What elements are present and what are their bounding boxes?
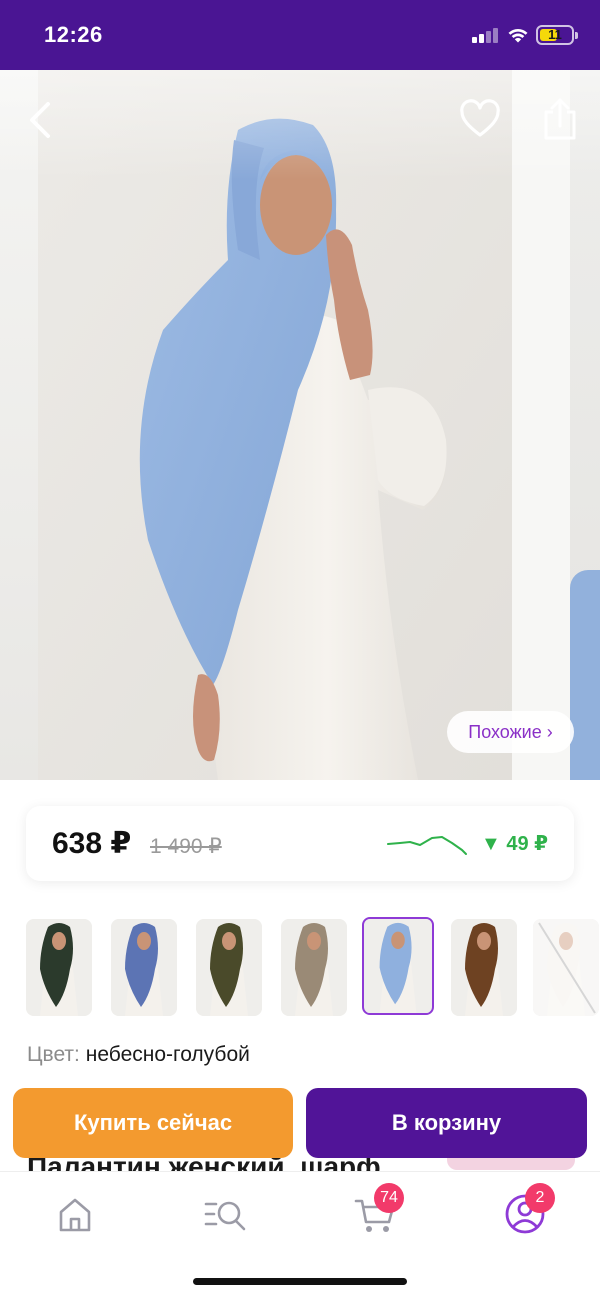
color-thumbnail-scarf-taupe[interactable] — [281, 919, 347, 1016]
similar-items-button[interactable]: Похожие › — [447, 711, 574, 753]
price-history-chart[interactable] — [386, 830, 470, 862]
color-thumbnail-scarf-khaki[interactable] — [196, 919, 262, 1016]
old-price: 1 490 ₽ — [150, 835, 222, 858]
profile-badge: 2 — [525, 1183, 555, 1213]
current-price: 638 ₽ — [52, 827, 132, 860]
battery-icon: 11 — [536, 25, 578, 45]
color-thumbnails — [26, 917, 600, 1017]
color-thumbnail-scarf-brown[interactable] — [451, 919, 517, 1016]
home-icon[interactable] — [51, 1190, 99, 1238]
battery-percent: 11 — [548, 27, 562, 42]
cart-badge: 74 — [374, 1183, 404, 1213]
heart-icon[interactable] — [458, 98, 502, 142]
gallery-top-fade — [0, 70, 600, 180]
status-bar: 12:26 11 — [0, 0, 600, 70]
selected-color: Цвет: небесно-голубой — [27, 1043, 250, 1067]
cellular-signal-icon — [472, 27, 502, 43]
price-card: 638 ₽ 1 490 ₽ ▼ 49 ₽ — [26, 806, 574, 881]
color-label: Цвет: — [27, 1043, 80, 1066]
color-thumbnail-scarf-blue[interactable] — [111, 919, 177, 1016]
catalog-search-icon[interactable] — [201, 1190, 249, 1238]
color-thumbnail-scarf-sky-blue[interactable] — [362, 917, 434, 1015]
product-image-gallery[interactable]: Похожие › — [0, 70, 600, 780]
buy-now-button[interactable]: Купить сейчас — [13, 1088, 293, 1158]
color-thumbnail-scarf-dark-green[interactable] — [26, 919, 92, 1016]
color-value: небесно-голубой — [85, 1043, 250, 1066]
back-arrow-icon[interactable] — [22, 98, 62, 142]
home-indicator — [193, 1278, 407, 1285]
wifi-icon — [508, 28, 528, 43]
price-drop: ▼ 49 ₽ — [481, 833, 549, 855]
add-to-cart-button[interactable]: В корзину — [306, 1088, 587, 1158]
share-icon[interactable] — [540, 96, 580, 142]
status-time: 12:26 — [44, 22, 103, 47]
color-thumbnail-scarf-white[interactable] — [533, 919, 599, 1016]
